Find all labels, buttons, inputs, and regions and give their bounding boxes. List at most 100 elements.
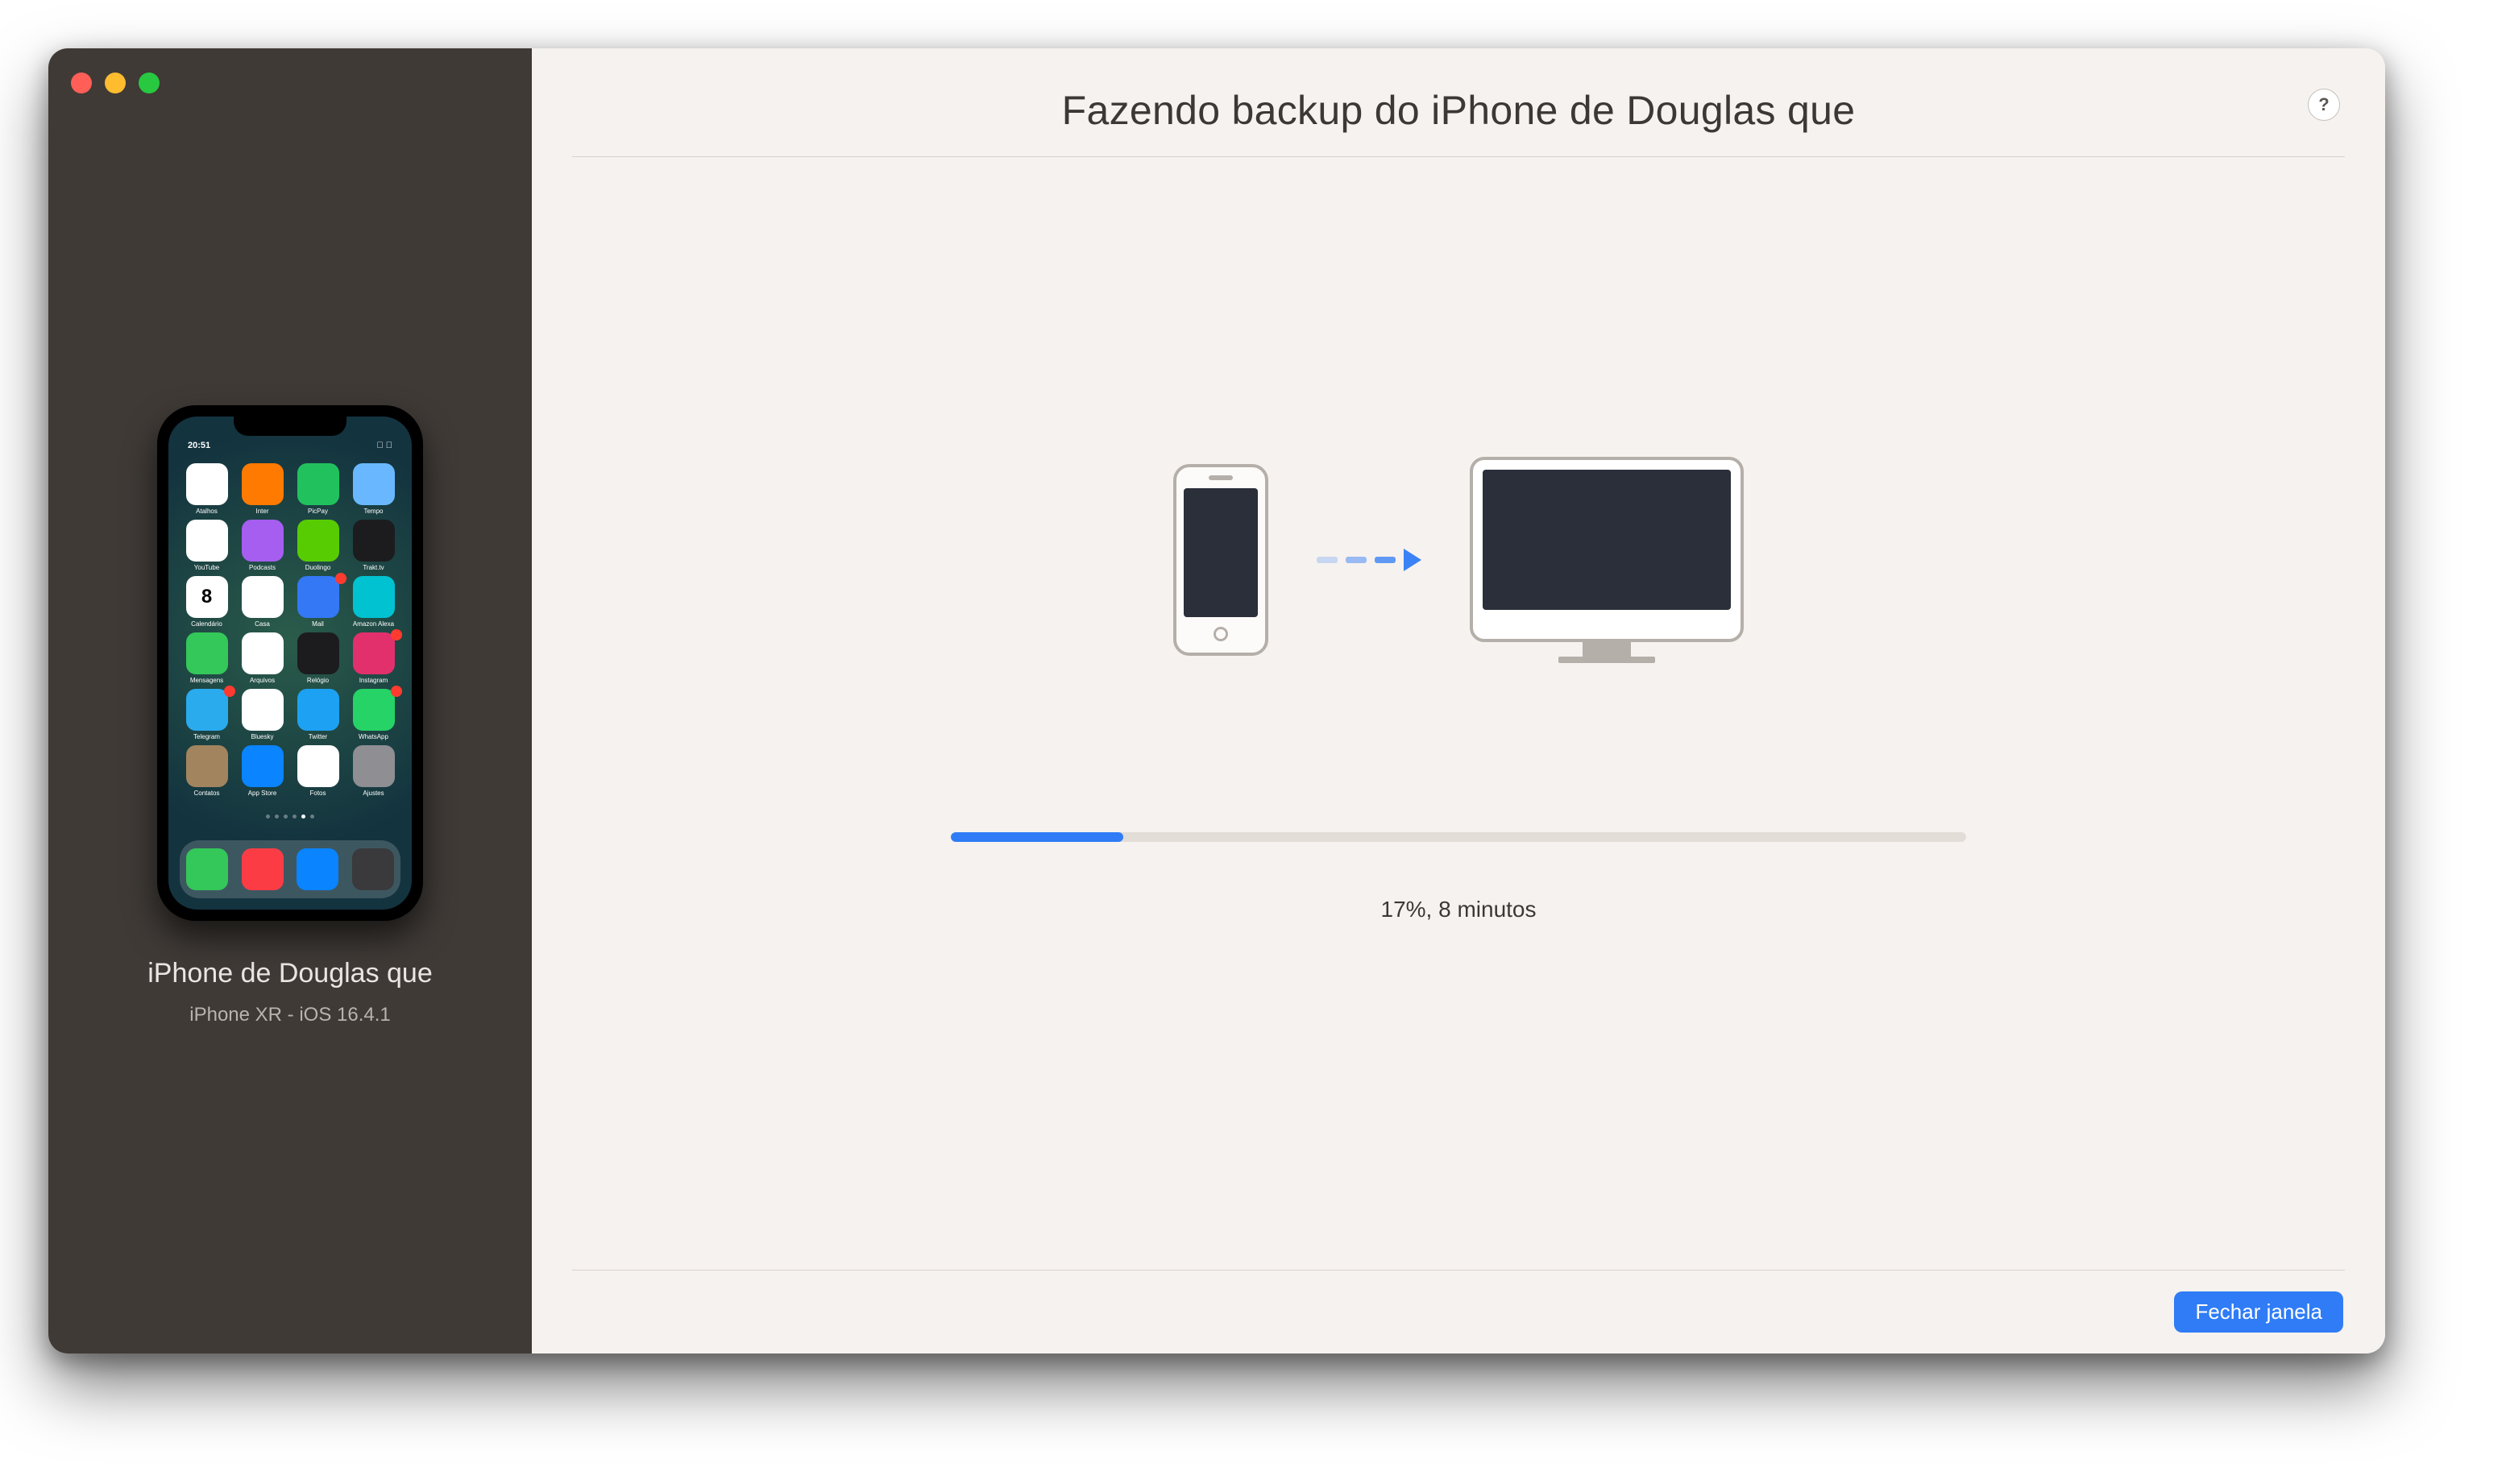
home-app: Ajustes (348, 745, 399, 797)
app-icon (186, 745, 228, 787)
app-icon (297, 520, 339, 562)
app-label: Ajustes (363, 790, 384, 797)
device-model: iPhone XR - iOS 16.4.1 (189, 1004, 390, 1026)
home-app: WhatsApp (348, 689, 399, 740)
app-icon (186, 520, 228, 562)
home-app: Bluesky (237, 689, 288, 740)
home-app: 8Calendário (181, 576, 232, 628)
home-app: Fotos (293, 745, 343, 797)
notification-badge-icon (391, 629, 402, 640)
app-icon (186, 463, 228, 505)
home-app: Mensagens (181, 632, 232, 684)
app-label: Podcasts (249, 564, 276, 571)
home-app: Twitter (293, 689, 343, 740)
app-label: Fotos (309, 790, 326, 797)
phone-icon (1173, 464, 1268, 656)
app-icon (297, 632, 339, 674)
app-icon (297, 463, 339, 505)
home-app: Podcasts (237, 520, 288, 571)
home-app: Mail (293, 576, 343, 628)
arrow-icon (1317, 549, 1421, 571)
app-icon (353, 689, 395, 731)
home-app: Duolingo (293, 520, 343, 571)
app-icon (353, 520, 395, 562)
home-app: YouTube (181, 520, 232, 571)
main-panel: Fazendo backup do iPhone de Douglas que … (532, 48, 2385, 1353)
app-label: PicPay (308, 508, 328, 515)
phone-screen: 20:51 􀙇 􀛨 Atalhos Inter PicPay Tempo YouTube… (168, 417, 412, 910)
footer: Fechar janela (572, 1271, 2345, 1353)
home-app: Atalhos (181, 463, 232, 515)
app-label: Inter (255, 508, 268, 515)
app-label: Telegram (193, 733, 220, 740)
app-icon (297, 576, 339, 618)
content: 17%, 8 minutos (572, 157, 2345, 1270)
dock-app-icon (297, 848, 338, 890)
app-label: Duolingo (305, 564, 331, 571)
app-icon (353, 632, 395, 674)
app-label: WhatsApp (359, 733, 388, 740)
app-label: Contatos (193, 790, 219, 797)
home-app: App Store (237, 745, 288, 797)
close-window-button[interactable]: Fechar janela (2174, 1291, 2343, 1333)
progress-fill (951, 832, 1123, 842)
status-time: 20:51 (188, 441, 210, 450)
app-label: Relógio (307, 677, 329, 684)
progress-bar (951, 832, 1966, 842)
app-icon (242, 463, 284, 505)
device-name: iPhone de Douglas que (147, 958, 433, 989)
app-icon (353, 463, 395, 505)
app-label: Casa (255, 620, 270, 628)
progress-label: 17%, 8 minutos (1381, 897, 1537, 922)
app-label: Mensagens (190, 677, 223, 684)
app-icon (242, 632, 284, 674)
home-app: Trakt.tv (348, 520, 399, 571)
home-app: PicPay (293, 463, 343, 515)
sidebar: 20:51 􀙇 􀛨 Atalhos Inter PicPay Tempo YouTube… (48, 48, 532, 1353)
home-app: Tempo (348, 463, 399, 515)
app-label: Mail (312, 620, 324, 628)
page-dots (180, 815, 400, 819)
header: Fazendo backup do iPhone de Douglas que … (572, 48, 2345, 156)
phone-notch (234, 417, 346, 436)
app-icon (242, 520, 284, 562)
backup-illustration (1173, 457, 1744, 663)
app-icon (242, 576, 284, 618)
computer-icon (1470, 457, 1744, 663)
app-label: App Store (248, 790, 277, 797)
app-label: Twitter (309, 733, 328, 740)
app-icon (297, 689, 339, 731)
app-icon (353, 745, 395, 787)
dock-app-icon (242, 848, 284, 890)
home-app: Inter (237, 463, 288, 515)
app-label: Instagram (359, 677, 388, 684)
home-app: Casa (237, 576, 288, 628)
app-icon (297, 745, 339, 787)
help-button[interactable]: ? (2308, 89, 2340, 121)
home-app: Contatos (181, 745, 232, 797)
app-icon (353, 576, 395, 618)
app-icon (186, 689, 228, 731)
page-title: Fazendo backup do iPhone de Douglas que (1062, 87, 1856, 134)
app-icon (242, 689, 284, 731)
home-app: Instagram (348, 632, 399, 684)
app-label: Tempo (363, 508, 383, 515)
app-window: 20:51 􀙇 􀛨 Atalhos Inter PicPay Tempo YouTube… (48, 48, 2385, 1353)
status-indicators: 􀙇 􀛨 (376, 441, 392, 450)
dock-app-icon (352, 848, 394, 890)
phone-frame: 20:51 􀙇 􀛨 Atalhos Inter PicPay Tempo YouTube… (157, 405, 423, 921)
help-icon: ? (2318, 94, 2329, 115)
home-app: Arquivos (237, 632, 288, 684)
phone-status-bar: 20:51 􀙇 􀛨 (180, 441, 400, 458)
app-label: Arquivos (250, 677, 275, 684)
home-app: Telegram (181, 689, 232, 740)
dock-app-icon (186, 848, 228, 890)
app-grid: Atalhos Inter PicPay Tempo YouTube Podcasts Du… (180, 458, 400, 802)
notification-badge-icon (224, 686, 235, 697)
notification-badge-icon (391, 686, 402, 697)
app-icon (242, 745, 284, 787)
notification-badge-icon (335, 573, 346, 584)
app-icon: 8 (186, 576, 228, 618)
app-label: Amazon Alexa (353, 620, 394, 628)
home-app: Amazon Alexa (348, 576, 399, 628)
